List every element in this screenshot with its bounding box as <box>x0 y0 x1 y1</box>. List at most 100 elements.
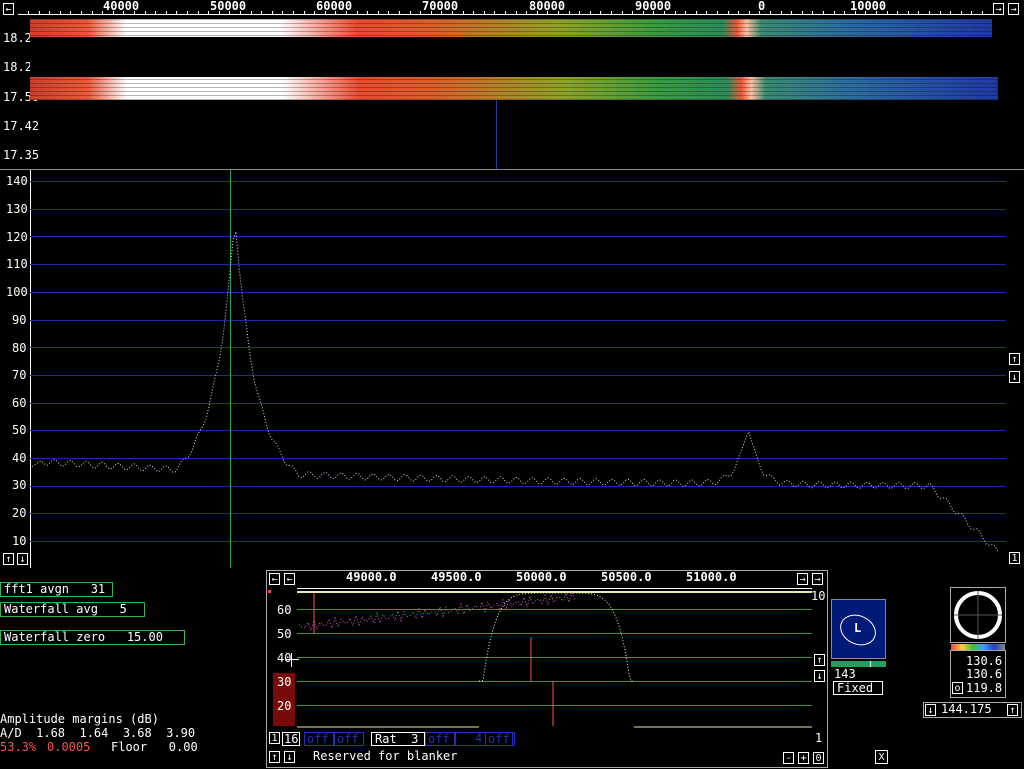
waterfall-tick <box>356 11 358 14</box>
waterfall-tick <box>812 11 814 14</box>
bb-bottom-down-button[interactable]: ↓ <box>284 751 295 763</box>
waterfall-tick <box>293 11 294 14</box>
waterfall-tick <box>515 11 517 14</box>
waterfall-tick <box>907 11 909 14</box>
bb-zero-button[interactable]: 0 <box>813 752 824 764</box>
waterfall-tick <box>738 11 740 14</box>
bb-off-button-3[interactable]: off <box>425 732 455 746</box>
freq-up-button[interactable]: ↑ <box>1007 704 1018 716</box>
waterfall-tick <box>929 11 930 14</box>
waterfall-tick <box>409 11 411 14</box>
scope-o-button[interactable]: o <box>952 682 963 694</box>
waterfall-tick <box>377 11 379 14</box>
waterfall-scroll-left-button[interactable]: ← <box>3 3 14 15</box>
bb-off-button-1[interactable]: off <box>304 732 334 746</box>
amplitude-ratio: 0.0005 <box>47 740 91 754</box>
time-label: 17.42 <box>3 119 40 133</box>
waterfall-tick <box>81 11 82 14</box>
waterfall-tick <box>473 11 475 14</box>
spectrum-up-button[interactable]: ↑ <box>3 553 14 565</box>
waterfall-tick <box>791 11 793 14</box>
waterfall-scroll-right-button[interactable]: → <box>993 3 1004 15</box>
ad-values: A/D 1.68 1.64 3.68 3.90 <box>0 726 196 740</box>
smeter-panel: L <box>831 599 886 659</box>
waterfall-tick <box>579 11 581 14</box>
bb-bottom-up-button[interactable]: ↑ <box>269 751 280 763</box>
rat-button[interactable]: Rat 3 <box>371 732 425 746</box>
bb-one-button[interactable]: 1 <box>269 732 280 744</box>
polar-scope <box>950 587 1006 643</box>
spectrum-panel: 140 130 120 110 100 90 80 70 60 50 40 30… <box>0 170 1024 568</box>
spectrum-trace <box>31 231 999 552</box>
waterfall-tick <box>706 11 708 14</box>
amplitude-percent: 53.3% <box>0 740 37 754</box>
waterfall-tick <box>176 11 178 14</box>
waterfall-avg-field[interactable]: Waterfall avg 5 <box>0 602 145 617</box>
waterfall-tick <box>632 11 634 14</box>
freq-tick: 10000 <box>850 0 887 13</box>
waterfall-tick <box>971 11 973 14</box>
spectrum-down-button[interactable]: ↓ <box>17 553 28 565</box>
bb-plus-button[interactable]: + <box>798 752 809 764</box>
spectrum-scale-down-button[interactable]: ↓ <box>1009 371 1020 383</box>
waterfall-tick <box>897 11 899 14</box>
waterfall-tick <box>600 11 602 14</box>
waterfall-tick <box>992 11 994 14</box>
bb-off-button-2[interactable]: off <box>334 732 364 746</box>
bb-scale-down-button[interactable]: ↓ <box>814 670 825 682</box>
waterfall-tick <box>950 11 952 14</box>
close-button[interactable]: X <box>875 750 888 764</box>
waterfall-tick <box>748 11 750 14</box>
waterfall-tick <box>388 11 390 14</box>
waterfall-tick <box>780 11 782 14</box>
bb-scale-up-button[interactable]: ↑ <box>814 654 825 666</box>
amplitude-margins-title: Amplitude margins (dB) <box>0 712 159 726</box>
waterfall-tick <box>801 11 803 14</box>
waterfall-tick <box>568 11 570 14</box>
freq-tick: 60000 <box>316 0 353 13</box>
waterfall-tick <box>685 11 687 14</box>
waterfall-tick <box>939 11 941 14</box>
waterfall-freq-axis <box>18 14 994 15</box>
waterfall-tick <box>844 11 846 14</box>
scope-value-2: 130.6 <box>966 667 1003 681</box>
waterfall-tick <box>823 11 824 14</box>
waterfall-tick <box>982 11 983 14</box>
waterfall-scroll-right-button-2[interactable]: → <box>1008 3 1019 15</box>
spectrum-right-button[interactable]: 1 <box>1009 552 1020 564</box>
bb-left-border-box <box>455 732 515 746</box>
waterfall-tick <box>727 11 729 14</box>
waterfall-tick <box>303 11 305 14</box>
waterfall-tick <box>59 11 61 14</box>
waterfall-tick <box>197 11 199 14</box>
spectrum-scale-up-button[interactable]: ↑ <box>1009 353 1020 365</box>
freq-down-button[interactable]: ↓ <box>925 704 936 716</box>
bb-scale-right: 1 <box>815 731 823 745</box>
waterfall-tick <box>462 11 464 14</box>
waterfall-zero-field[interactable]: Waterfall zero 15.00 <box>0 630 185 645</box>
bb-minus-button[interactable]: - <box>783 752 794 764</box>
blanker-label: Reserved for blanker <box>313 749 458 763</box>
waterfall-tick <box>695 11 697 14</box>
fft1-avgn-field[interactable]: fft1 avgn 31 <box>0 582 113 597</box>
waterfall-tick <box>494 11 496 14</box>
time-label: 17.35 <box>3 148 40 162</box>
fixed-mode-button[interactable]: Fixed <box>833 681 883 695</box>
waterfall-tick <box>399 11 400 14</box>
freq-tick: 80000 <box>529 0 566 13</box>
waterfall-tick <box>589 11 591 14</box>
waterfall-tick <box>261 11 263 14</box>
waterfall-gap <box>30 37 998 77</box>
waterfall-tick <box>505 11 506 14</box>
waterfall-tick <box>483 11 485 14</box>
waterfall-tick <box>526 11 528 14</box>
waterfall-tick <box>28 11 29 14</box>
waterfall-panel: ← → → 40000 50000 60000 70000 80000 9000… <box>0 0 1024 170</box>
smeter-bar-tick <box>870 661 871 667</box>
freq-tick: 90000 <box>635 0 672 13</box>
freq-tick: 50000 <box>210 0 247 13</box>
waterfall-tick <box>833 11 835 14</box>
waterfall-tick <box>187 11 188 14</box>
bb-16-button[interactable]: 16 <box>282 732 301 746</box>
waterfall-marker-line <box>496 100 497 170</box>
